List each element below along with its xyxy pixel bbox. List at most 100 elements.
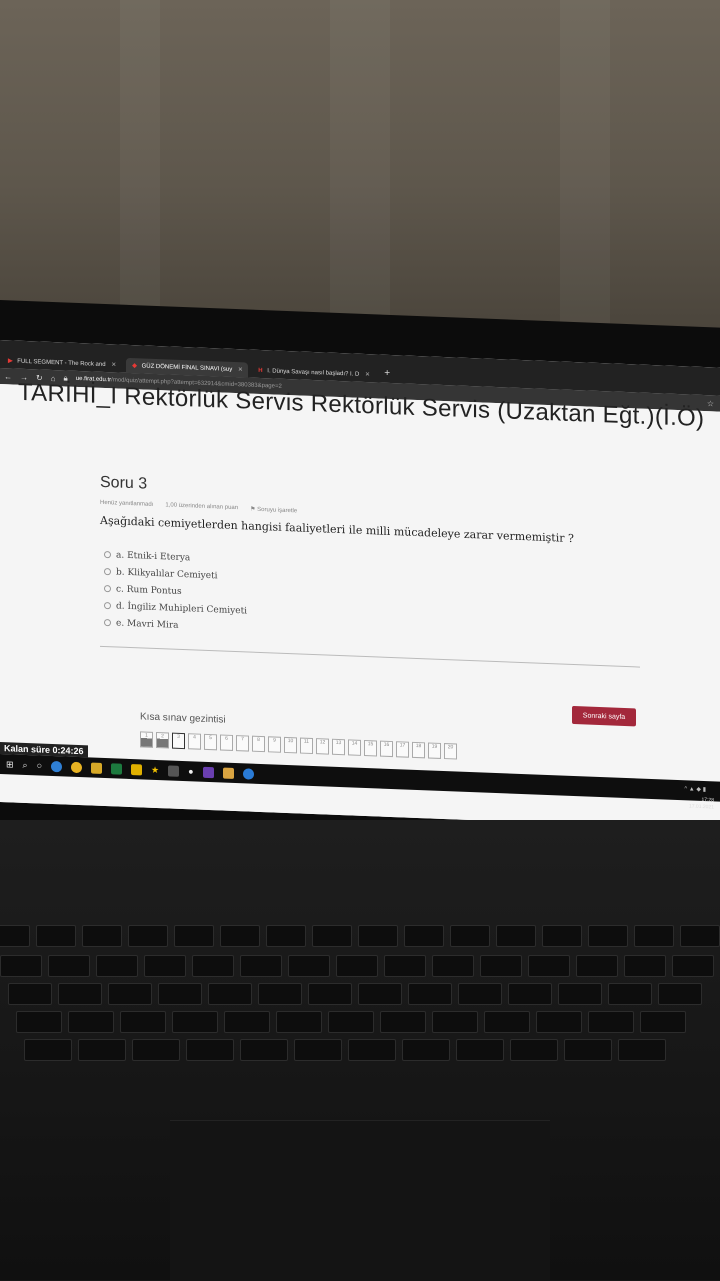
radio-button[interactable] (104, 567, 111, 576)
keyboard-key (496, 925, 536, 947)
keyboard-key (588, 925, 628, 947)
keyboard-key (266, 925, 306, 947)
new-tab-button[interactable]: + (378, 368, 396, 384)
keyboard-key (432, 955, 474, 977)
wall-shadow (120, 0, 160, 335)
keyboard-key (224, 1011, 270, 1033)
quiz-nav-button[interactable]: 17 (396, 741, 409, 758)
quiz-nav-button[interactable]: 11 (300, 737, 313, 755)
keyboard-key (358, 983, 402, 1005)
visual-studio-icon[interactable] (202, 766, 214, 778)
radio-button[interactable] (104, 601, 111, 610)
star-app-icon[interactable]: ★ (151, 764, 159, 775)
quiz-nav-button[interactable]: 19 (428, 742, 441, 759)
keyboard-key (240, 1039, 288, 1061)
keyboard-key (658, 983, 702, 1005)
keyboard-key (276, 1011, 322, 1033)
keyboard-key (8, 983, 52, 1005)
quiz-nav-button[interactable]: 12 (316, 738, 329, 755)
keyboard-key (576, 955, 618, 977)
keyboard-key (208, 983, 252, 1005)
tray-icons[interactable]: ^ ▲ ◆ ▮ (684, 782, 706, 797)
question-meta: Henüz yanıtlanmadı 1,00 üzerinden alınan… (100, 500, 297, 515)
keyboard-key (528, 955, 570, 977)
keyboard-key (36, 925, 76, 947)
keyboard-key (336, 955, 378, 977)
wall-shadow (330, 0, 390, 335)
quiz-nav-button[interactable]: 16 (380, 740, 393, 758)
keyboard-key (432, 1011, 478, 1033)
quiz-nav-button[interactable]: 4 (188, 733, 201, 750)
keyboard-key (510, 1039, 558, 1061)
keyboard-key (288, 955, 330, 977)
quiz-nav-button[interactable]: 7 (236, 735, 249, 752)
search-icon[interactable]: ⌕ (23, 759, 28, 770)
keyboard-key (78, 1039, 126, 1061)
next-page-button[interactable]: Sonraki sayfa (572, 705, 636, 727)
close-icon[interactable]: ✕ (365, 372, 370, 378)
chrome-icon[interactable] (71, 761, 83, 773)
back-icon[interactable]: ← (4, 372, 12, 381)
close-icon[interactable]: ✕ (238, 367, 243, 373)
keyboard-key (542, 925, 582, 947)
window-app-icon[interactable] (168, 764, 180, 777)
keyboard-key (96, 955, 138, 977)
quiz-navigation-label: Kısa sınav gezintisi (140, 711, 226, 726)
keyboard-key (380, 1011, 426, 1033)
quiz-nav-button[interactable]: 13 (332, 738, 345, 756)
keyboard-key (16, 1011, 62, 1033)
keyboard-key (348, 1039, 396, 1061)
keyboard-key (450, 925, 490, 947)
keyboard-key (624, 955, 666, 977)
keyboard-key (508, 983, 552, 1005)
keyboard-key (608, 983, 652, 1005)
flag-question-link[interactable]: ⚑ Soruyu işaretle (250, 506, 297, 515)
laptop-screen: ▶ FULL SEGMENT - The Rock and ✕ ◆ GÜZ DÖ… (0, 340, 720, 830)
touchpad (170, 1120, 550, 1281)
quiz-nav-button[interactable]: 14 (348, 739, 361, 756)
app-icon[interactable] (242, 767, 254, 780)
quiz-nav-button[interactable]: 2 (156, 731, 169, 749)
quiz-nav-button[interactable]: 18 (412, 741, 425, 759)
keyboard-key (308, 983, 352, 1005)
steam-icon[interactable]: ● (188, 766, 193, 776)
keyboard-key (48, 955, 90, 977)
keyboard-key (192, 955, 234, 977)
bookmark-star-icon[interactable]: ☆ (707, 399, 714, 408)
site-icon: ◆ (132, 363, 137, 370)
quiz-nav-button[interactable]: 10 (284, 736, 297, 754)
quiz-nav-button[interactable]: 1 (140, 731, 153, 748)
keyboard-key (456, 1039, 504, 1061)
history-site-icon: H (258, 367, 263, 375)
keyboard-key (484, 1011, 530, 1033)
radio-button[interactable] (104, 584, 111, 593)
keyboard-key (258, 983, 302, 1005)
keyboard-key (58, 983, 102, 1005)
paint-icon[interactable] (222, 767, 234, 779)
radio-button[interactable] (104, 618, 111, 627)
keyboard-key (558, 983, 602, 1005)
radio-button[interactable] (104, 550, 111, 559)
keyboard-key (408, 983, 452, 1005)
edge-icon[interactable] (51, 760, 63, 772)
windows-start-icon[interactable]: ⊞ (6, 759, 14, 770)
quiz-nav-button[interactable]: 15 (364, 739, 377, 757)
quiz-nav-button[interactable]: 6 (220, 734, 233, 751)
sticky-notes-icon[interactable] (131, 763, 143, 775)
question-status: Henüz yanıtlanmadı (100, 499, 154, 508)
answer-options: a. Etnik-i Eterya b. Klikyalılar Cemiyet… (104, 546, 247, 636)
quiz-nav-button[interactable]: 20 (444, 743, 457, 760)
quiz-nav-button[interactable]: 5 (204, 733, 217, 751)
keyboard-key (312, 925, 352, 947)
question-heading: Soru 3 (100, 473, 148, 493)
close-icon[interactable]: ✕ (111, 362, 116, 368)
quiz-nav-button[interactable]: 9 (268, 736, 281, 753)
excel-icon[interactable] (111, 762, 123, 775)
keyboard-row (16, 1011, 686, 1033)
quiz-nav-button[interactable]: 8 (252, 735, 265, 753)
task-view-icon[interactable]: ○ (37, 760, 42, 770)
keyboard-key (220, 925, 260, 947)
file-explorer-icon[interactable] (91, 761, 103, 774)
keyboard-row (0, 955, 714, 977)
quiz-nav-button[interactable]: 3 (172, 732, 185, 750)
